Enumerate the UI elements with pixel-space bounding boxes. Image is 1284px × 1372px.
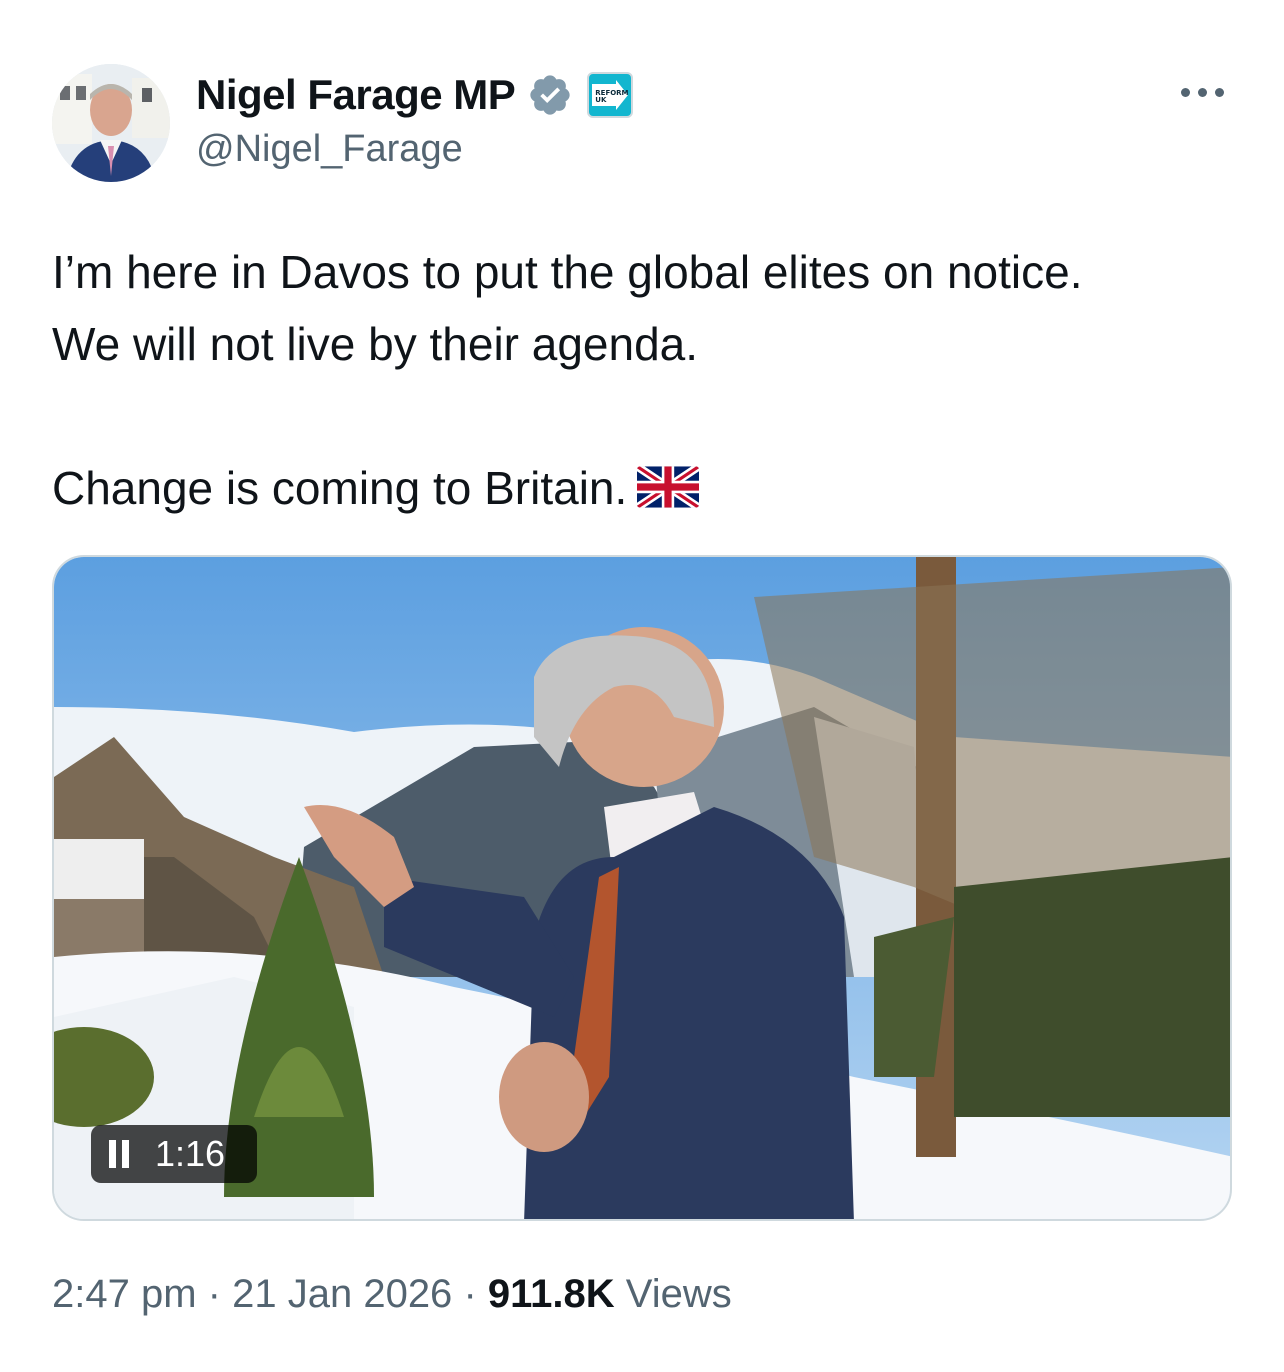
verified-badge-icon[interactable]: [527, 72, 573, 118]
tweet-date[interactable]: 21 Jan 2026: [232, 1272, 452, 1316]
author-handle[interactable]: @Nigel_Farage: [196, 128, 633, 171]
tweet-text: I’m here in Davos to put the global elit…: [52, 236, 1242, 524]
uk-flag-icon: [637, 466, 700, 508]
author-display-name[interactable]: Nigel Farage MP: [196, 71, 516, 119]
name-row: Nigel Farage MP REFORM UK: [196, 70, 634, 120]
meta-separator: ·: [463, 1272, 477, 1316]
affiliation-badge-text: REFORM UK: [595, 89, 629, 104]
tweet-time[interactable]: 2:47 pm: [52, 1272, 197, 1316]
tweet-line: I’m here in Davos to put the global elit…: [52, 246, 1083, 298]
tweet-line: Change is coming to Britain.: [52, 452, 1242, 524]
views-count[interactable]: 911.8K: [488, 1272, 615, 1316]
tweet-meta: 2:47 pm · 21 Jan 2026 · 911.8K Views: [52, 1272, 732, 1317]
tweet-header: Nigel Farage MP REFORM UK @Nigel_Farage: [52, 64, 1232, 184]
meta-separator: ·: [207, 1272, 221, 1316]
video-frame: [54, 557, 1230, 1219]
author-avatar[interactable]: [52, 64, 170, 182]
avatar-image: [52, 64, 170, 182]
author-names: Nigel Farage MP REFORM UK @Nigel_Farage: [196, 70, 634, 171]
video-duration: 1:16: [155, 1133, 226, 1174]
more-options-icon[interactable]: [1178, 82, 1226, 102]
video-duration-badge[interactable]: 1:16: [91, 1125, 257, 1183]
pause-icon[interactable]: [109, 1140, 129, 1168]
video-player[interactable]: 1:16: [52, 555, 1232, 1221]
views-label: Views: [625, 1272, 732, 1316]
tweet-line: We will not live by their agenda.: [52, 318, 699, 370]
affiliation-badge-icon[interactable]: REFORM UK: [587, 72, 634, 118]
